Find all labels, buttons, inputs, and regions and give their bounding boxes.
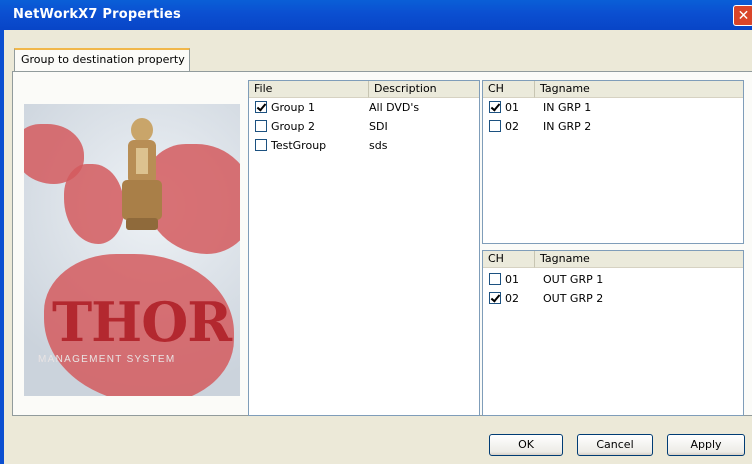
group-description: SDI <box>369 120 388 133</box>
group-name: Group 2 <box>271 120 315 133</box>
channel-number: 02 <box>505 292 519 305</box>
channel-checkbox[interactable] <box>489 101 501 113</box>
logo-tagline: MANAGEMENT SYSTEM <box>38 354 176 365</box>
ch-column-header[interactable]: CH <box>483 251 535 268</box>
channel-checkbox[interactable] <box>489 120 501 132</box>
apply-button[interactable]: Apply <box>667 434 745 456</box>
channel-number: 01 <box>505 101 519 114</box>
list-item[interactable]: Group 1 All DVD's <box>255 99 475 116</box>
group-description: All DVD's <box>369 101 420 114</box>
list-item[interactable]: TestGroup sds <box>255 137 475 154</box>
window-title: NetWorkX7 Properties <box>13 7 181 22</box>
group-checkbox[interactable] <box>255 120 267 132</box>
thor-logo-image: THOR MANAGEMENT SYSTEM <box>24 104 240 396</box>
thor-statue-icon <box>122 118 162 230</box>
channel-tagname: IN GRP 1 <box>543 101 592 114</box>
window-border <box>0 30 4 464</box>
list-item[interactable]: 01 IN GRP 1 <box>489 99 739 116</box>
group-name: TestGroup <box>271 139 327 152</box>
group-checkbox[interactable] <box>255 101 267 113</box>
group-name: Group 1 <box>271 101 315 114</box>
file-column-header[interactable]: File <box>249 81 369 98</box>
list-item[interactable]: Group 2 SDI <box>255 118 475 135</box>
list-item[interactable]: 02 OUT GRP 2 <box>489 290 739 307</box>
tagname-column-header[interactable]: Tagname <box>535 81 743 98</box>
tab-group-to-destination[interactable]: Group to destination property <box>14 48 190 72</box>
close-button[interactable]: ✕ <box>733 5 752 26</box>
close-icon: ✕ <box>737 7 750 24</box>
channel-number: 01 <box>505 273 519 286</box>
list-item[interactable]: 02 IN GRP 2 <box>489 118 739 135</box>
channel-checkbox[interactable] <box>489 292 501 304</box>
ch-column-header[interactable]: CH <box>483 81 535 98</box>
cancel-button[interactable]: Cancel <box>577 434 653 456</box>
output-channel-list[interactable]: CH Tagname 01 OUT GRP 1 02 OUT GRP 2 <box>482 250 744 416</box>
file-list[interactable]: File Description Group 1 All DVD's Group… <box>248 80 480 416</box>
channel-tagname: OUT GRP 1 <box>543 273 604 286</box>
description-column-header[interactable]: Description <box>369 81 479 98</box>
tagname-column-header[interactable]: Tagname <box>535 251 743 268</box>
list-item[interactable]: 01 OUT GRP 1 <box>489 271 739 288</box>
title-bar: NetWorkX7 Properties ✕ <box>0 0 752 30</box>
logo-brand-text: THOR <box>52 290 232 354</box>
channel-checkbox[interactable] <box>489 273 501 285</box>
group-checkbox[interactable] <box>255 139 267 151</box>
group-description: sds <box>369 139 388 152</box>
channel-tagname: OUT GRP 2 <box>543 292 604 305</box>
channel-tagname: IN GRP 2 <box>543 120 592 133</box>
channel-number: 02 <box>505 120 519 133</box>
input-channel-list[interactable]: CH Tagname 01 IN GRP 1 02 IN GRP 2 <box>482 80 744 244</box>
ok-button[interactable]: OK <box>489 434 563 456</box>
